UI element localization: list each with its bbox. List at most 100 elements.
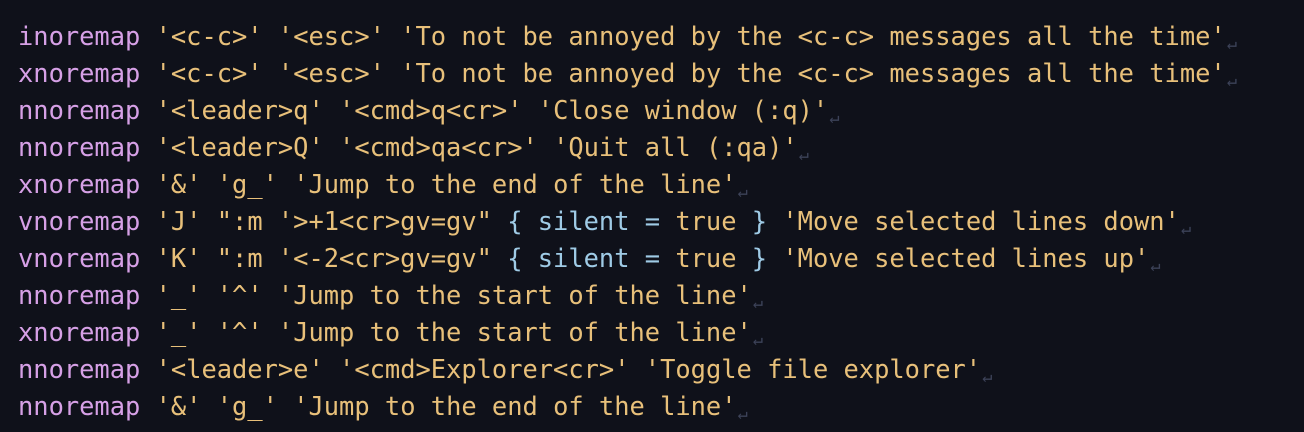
code-line[interactable]: xnoremap '_' '^' 'Jump to the start of t… <box>18 314 1304 351</box>
string-token: '_' <box>155 280 202 310</box>
table-punctuation: { silent = <box>507 243 676 273</box>
string-token: 'g_' <box>216 169 278 199</box>
table-punctuation: } <box>736 206 768 236</box>
code-line[interactable]: xnoremap '<c-c>' '<esc>' 'To not be anno… <box>18 55 1304 92</box>
string-token: '^' <box>216 280 263 310</box>
newline-icon: ↵ <box>1226 34 1237 54</box>
string-token: '<cmd>Explorer<cr>' <box>339 354 630 384</box>
string-token: ":m '>+1<cr>gv=gv" <box>216 206 492 236</box>
string-token: '&' <box>155 169 202 199</box>
string-token: '<cmd>q<cr>' <box>339 95 523 125</box>
string-token: 'Move selected lines up' <box>782 243 1150 273</box>
code-line[interactable]: xnoremap '&' 'g_' 'Jump to the end of th… <box>18 166 1304 203</box>
code-line[interactable]: nnoremap '<leader>Q' '<cmd>qa<cr>' 'Quit… <box>18 129 1304 166</box>
code-lines: inoremap '<c-c>' '<esc>' 'To not be anno… <box>18 18 1304 425</box>
string-token: '<c-c>' <box>155 21 263 51</box>
code-line[interactable]: vnoremap 'K' ":m '<-2<cr>gv=gv" { silent… <box>18 240 1304 277</box>
command-keyword: nnoremap <box>18 132 141 162</box>
string-token: '<c-c>' <box>155 58 263 88</box>
newline-icon: ↵ <box>752 330 764 350</box>
command-keyword: vnoremap <box>18 206 141 236</box>
table-punctuation: } <box>736 243 768 273</box>
code-editor[interactable]: inoremap '<c-c>' '<esc>' 'To not be anno… <box>0 0 1304 432</box>
string-token: 'Move selected lines down' <box>782 206 1180 236</box>
string-token: 'K' <box>155 243 202 273</box>
command-keyword: xnoremap <box>18 169 141 199</box>
string-token: '<leader>q' <box>155 95 324 125</box>
string-token: 'J' <box>155 206 202 236</box>
string-token: '<leader>Q' <box>155 132 324 162</box>
newline-icon: ↵ <box>737 182 748 202</box>
string-token: 'Toggle file explorer' <box>644 354 982 384</box>
table-punctuation: { silent = <box>507 206 676 236</box>
newline-icon: ↵ <box>798 145 809 165</box>
command-keyword: nnoremap <box>18 95 141 125</box>
string-token: '_' <box>155 317 202 347</box>
string-token: 'Quit all (:qa)' <box>553 132 798 162</box>
string-token: 'To not be annoyed by the <c-c> messages… <box>400 21 1226 51</box>
command-keyword: xnoremap <box>18 58 141 88</box>
newline-icon: ↵ <box>829 108 840 128</box>
code-line[interactable]: inoremap '<c-c>' '<esc>' 'To not be anno… <box>18 18 1304 55</box>
string-token: 'Jump to the end of the line' <box>293 169 737 199</box>
string-token: '^' <box>216 317 263 347</box>
string-token: 'Close window (:q)' <box>537 95 829 125</box>
string-token: '<leader>e' <box>155 354 324 384</box>
code-line[interactable]: nnoremap '<leader>e' '<cmd>Explorer<cr>'… <box>18 351 1304 388</box>
newline-icon: ↵ <box>1150 256 1161 276</box>
newline-icon: ↵ <box>1226 71 1237 91</box>
code-line[interactable]: nnoremap '&' 'g_' 'Jump to the end of th… <box>18 388 1304 425</box>
code-line[interactable]: nnoremap '<leader>q' '<cmd>q<cr>' 'Close… <box>18 92 1304 129</box>
string-token: '&' <box>155 391 202 421</box>
string-token: ":m '<-2<cr>gv=gv" <box>216 243 492 273</box>
command-keyword: nnoremap <box>18 280 141 310</box>
code-line[interactable]: nnoremap '_' '^' 'Jump to the start of t… <box>18 277 1304 314</box>
command-keyword: xnoremap <box>18 317 141 347</box>
string-token: 'Jump to the end of the line' <box>293 391 737 421</box>
string-token: 'g_' <box>216 391 278 421</box>
string-token: '<esc>' <box>277 58 385 88</box>
string-token: true <box>675 206 737 236</box>
newline-icon: ↵ <box>752 293 764 313</box>
newline-icon: ↵ <box>737 404 748 424</box>
command-keyword: inoremap <box>18 21 141 51</box>
string-token: 'Jump to the start of the line' <box>277 317 752 347</box>
string-token: true <box>675 243 737 273</box>
string-token: 'Jump to the start of the line' <box>277 280 752 310</box>
newline-icon: ↵ <box>982 367 993 387</box>
command-keyword: nnoremap <box>18 354 141 384</box>
command-keyword: nnoremap <box>18 391 141 421</box>
code-line[interactable]: vnoremap 'J' ":m '>+1<cr>gv=gv" { silent… <box>18 203 1304 240</box>
string-token: '<esc>' <box>277 21 385 51</box>
